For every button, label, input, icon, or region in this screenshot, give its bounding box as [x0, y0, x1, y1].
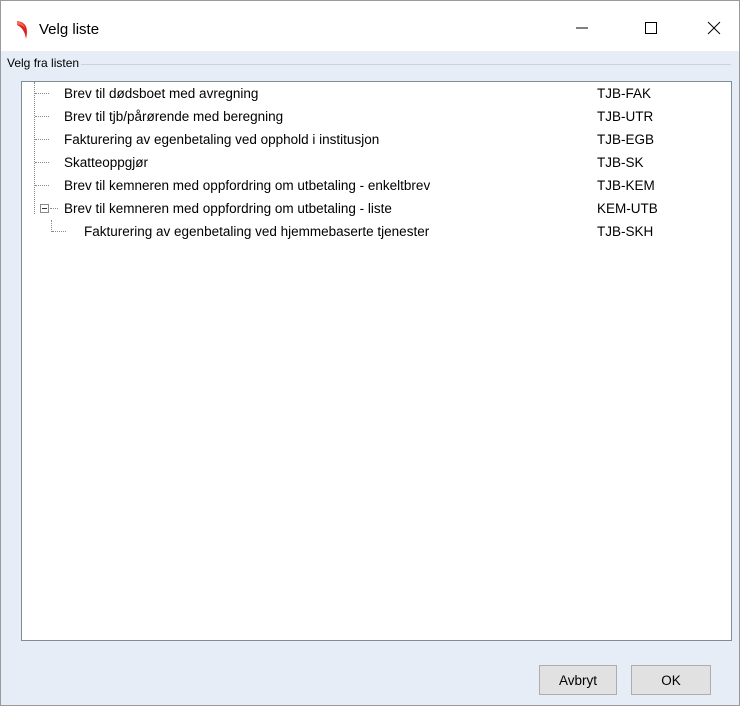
list-item[interactable]: Brev til tjb/pårørende med beregning TJB… — [22, 105, 731, 128]
item-code: TJB-UTR — [597, 109, 654, 124]
item-code: KEM-UTB — [597, 201, 658, 216]
item-code: TJB-SK — [597, 155, 644, 170]
minimize-button[interactable] — [559, 9, 605, 47]
ok-button[interactable]: OK — [631, 665, 711, 695]
tree-connector — [52, 231, 66, 232]
close-button[interactable] — [691, 9, 737, 47]
list-item-child[interactable]: Fakturering av egenbetaling ved hjemmeba… — [22, 220, 731, 243]
item-code: TJB-SKH — [597, 224, 654, 239]
cancel-button[interactable]: Avbryt — [539, 665, 617, 695]
tree-connector — [50, 208, 58, 209]
dialog-body: Velg fra listen Brev til dødsboet med av… — [1, 51, 739, 705]
item-label: Fakturering av egenbetaling ved hjemmeba… — [84, 224, 430, 239]
maximize-button[interactable] — [628, 9, 674, 47]
item-label: Brev til kemneren med oppfordring om utb… — [64, 201, 392, 216]
tree-connector — [35, 162, 49, 163]
item-label: Brev til dødsboet med avregning — [64, 86, 259, 101]
item-label: Fakturering av egenbetaling ved opphold … — [64, 132, 380, 147]
list-item[interactable]: Skatteoppgjør TJB-SK — [22, 151, 731, 174]
list-tree[interactable]: Brev til dødsboet med avregning TJB-FAK … — [21, 81, 732, 641]
group-label: Velg fra listen — [7, 56, 82, 70]
minimize-icon — [576, 27, 588, 29]
tree-connector — [35, 185, 49, 186]
item-label: Skatteoppgjør — [64, 155, 149, 170]
window-title: Velg liste — [39, 21, 100, 38]
tree-connector — [35, 93, 49, 94]
list-item[interactable]: Brev til kemneren med oppfordring om utb… — [22, 174, 731, 197]
tree-connector — [35, 139, 49, 140]
collapse-icon[interactable] — [40, 204, 49, 213]
list-item-expanded[interactable]: Brev til kemneren med oppfordring om utb… — [22, 197, 731, 220]
item-code: TJB-FAK — [597, 86, 652, 101]
close-icon — [707, 21, 721, 35]
tree-connector — [35, 116, 49, 117]
item-code: TJB-EGB — [597, 132, 655, 147]
item-label: Brev til tjb/pårørende med beregning — [64, 109, 284, 124]
list-item[interactable]: Fakturering av egenbetaling ved opphold … — [22, 128, 731, 151]
item-label: Brev til kemneren med oppfordring om utb… — [64, 178, 431, 193]
dialog-window: Velg liste Velg fra listen Brev til døds… — [0, 0, 740, 706]
app-logo-icon — [11, 19, 33, 41]
list-item[interactable]: Brev til dødsboet med avregning TJB-FAK — [22, 82, 731, 105]
item-code: TJB-KEM — [597, 178, 655, 193]
maximize-icon — [645, 22, 657, 34]
title-bar[interactable]: Velg liste — [1, 1, 739, 51]
group-divider — [7, 64, 731, 65]
